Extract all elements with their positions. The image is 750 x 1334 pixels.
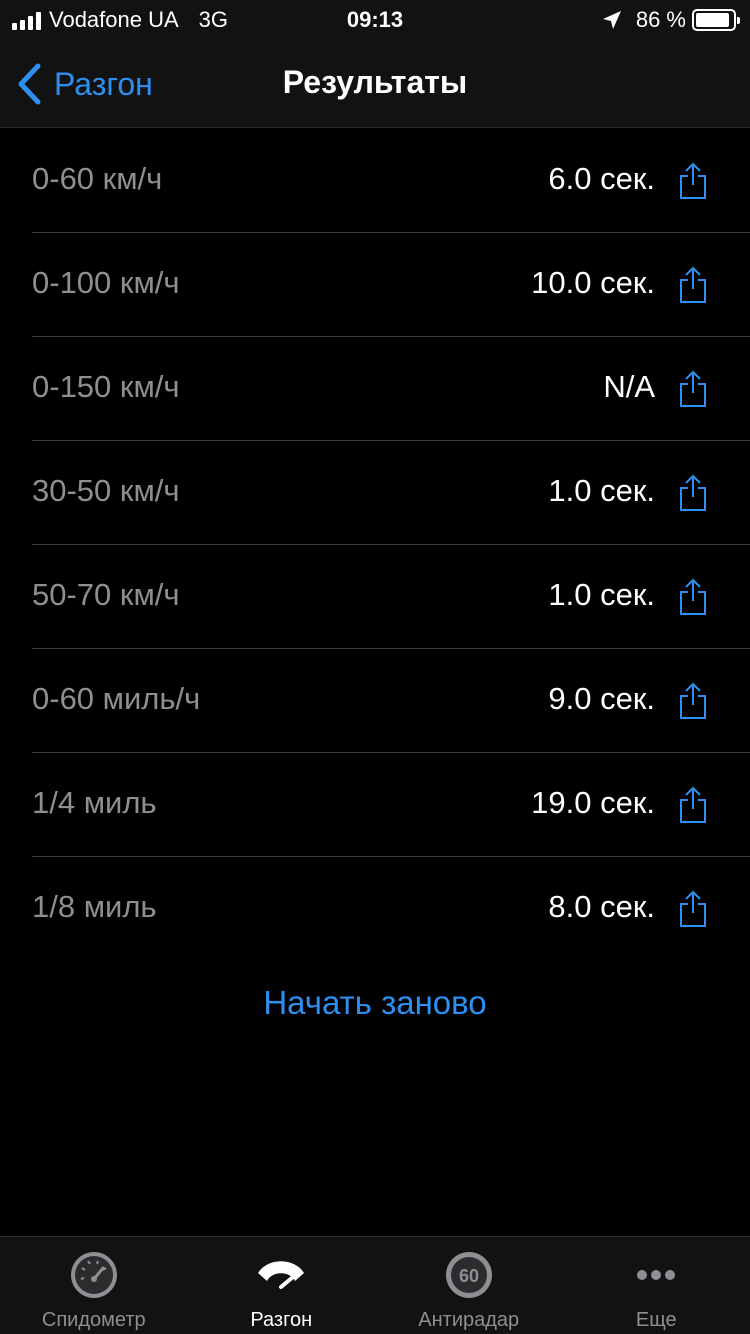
acceleration-gauge-icon <box>255 1249 307 1301</box>
result-row-eighth-mile: 1/8 миль 8.0 сек. <box>32 857 750 961</box>
share-icon <box>680 682 706 719</box>
tab-acceleration[interactable]: Разгон <box>188 1237 376 1334</box>
result-value: 1.0 сек. <box>548 473 655 508</box>
result-value: 1.0 сек. <box>548 577 655 612</box>
result-row-quarter-mile: 1/4 миль 19.0 сек. <box>32 753 750 857</box>
location-arrow-icon <box>602 11 621 29</box>
restart-button[interactable]: Начать заново <box>0 984 750 1022</box>
result-value: N/A <box>603 369 655 404</box>
battery-percent: 86 % <box>635 7 686 32</box>
navigation-bar: Разгон Результаты <box>0 40 750 128</box>
share-icon <box>680 266 706 303</box>
tab-speedometer[interactable]: Спидометр <box>0 1237 188 1334</box>
tab-label: Спидометр <box>41 1309 146 1331</box>
result-label: 0-60 км/ч <box>32 161 163 196</box>
status-bar: Vodafone UA 3G 09:13 86 % <box>0 0 750 40</box>
result-value: 6.0 сек. <box>548 161 655 196</box>
result-label: 1/8 миль <box>32 889 157 924</box>
share-icon <box>680 162 706 199</box>
share-icon <box>680 474 706 511</box>
tab-label: Еще <box>635 1309 677 1331</box>
tab-more[interactable]: Еще <box>563 1237 750 1334</box>
speedometer-icon <box>68 1249 120 1301</box>
battery-icon <box>692 9 740 31</box>
results-list: 0-60 км/ч 6.0 сек. 0-100 км/ч 10.0 сек. … <box>0 129 750 961</box>
app-screen: Vodafone UA 3G 09:13 86 % Разгон Результ… <box>0 0 750 1334</box>
result-label: 0-60 миль/ч <box>32 681 201 716</box>
result-label: 0-100 км/ч <box>32 265 180 300</box>
share-button[interactable] <box>678 473 708 513</box>
share-button[interactable] <box>678 161 708 201</box>
share-button[interactable] <box>678 577 708 617</box>
speed-limit-text: 60 <box>459 1266 479 1286</box>
result-label: 30-50 км/ч <box>32 473 180 508</box>
share-button[interactable] <box>678 681 708 721</box>
share-icon <box>680 578 706 615</box>
result-row-0-100-kmh: 0-100 км/ч 10.0 сек. <box>32 233 750 337</box>
tab-bar: Спидометр Разгон 60 Антирадар Еще <box>0 1236 750 1334</box>
share-icon <box>680 786 706 823</box>
share-button[interactable] <box>678 265 708 305</box>
page-title: Результаты <box>282 64 468 100</box>
tab-antiradar[interactable]: 60 Антирадар <box>375 1237 563 1334</box>
result-label: 1/4 миль <box>32 785 157 820</box>
share-button[interactable] <box>678 889 708 929</box>
result-value: 10.0 сек. <box>531 265 655 300</box>
more-dots-icon <box>630 1249 682 1301</box>
result-label: 50-70 км/ч <box>32 577 180 612</box>
share-icon <box>680 370 706 407</box>
result-label: 0-150 км/ч <box>32 369 180 404</box>
speed-limit-sign-icon: 60 <box>443 1249 495 1301</box>
result-row-0-150-kmh: 0-150 км/ч N/A <box>32 337 750 441</box>
result-row-30-50-kmh: 30-50 км/ч 1.0 сек. <box>32 441 750 545</box>
result-row-50-70-kmh: 50-70 км/ч 1.0 сек. <box>32 545 750 649</box>
result-row-0-60-kmh: 0-60 км/ч 6.0 сек. <box>32 129 750 233</box>
result-row-0-60-mph: 0-60 миль/ч 9.0 сек. <box>32 649 750 753</box>
tab-label: Разгон <box>250 1309 313 1331</box>
result-value: 9.0 сек. <box>548 681 655 716</box>
share-icon <box>680 890 706 927</box>
tab-label: Антирадар <box>418 1309 520 1331</box>
status-right: 86 % <box>602 7 740 33</box>
share-button[interactable] <box>678 369 708 409</box>
share-button[interactable] <box>678 785 708 825</box>
result-value: 19.0 сек. <box>531 785 655 820</box>
result-value: 8.0 сек. <box>548 889 655 924</box>
